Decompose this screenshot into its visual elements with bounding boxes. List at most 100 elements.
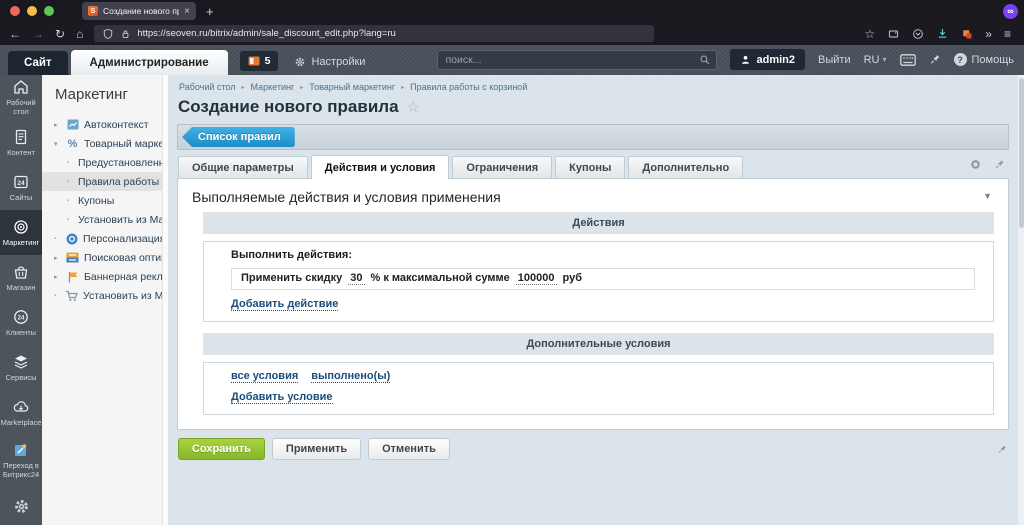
save-button[interactable]: Сохранить — [178, 438, 265, 460]
url-field[interactable]: https://seoven.ru/bitrix/admin/sale_disc… — [94, 25, 654, 42]
tab-close-icon[interactable]: × — [184, 6, 190, 17]
breadcrumb-link[interactable]: Маркетинг — [251, 82, 295, 92]
favorite-star-icon[interactable]: ☆ — [407, 98, 420, 116]
sidebar-item-personalization[interactable]: ▪ Персонализация — [42, 229, 168, 248]
sidebar-item-label: Персонализация — [83, 233, 165, 245]
tab-additional[interactable]: Дополнительно — [628, 156, 743, 178]
tab-coupons[interactable]: Купоны — [555, 156, 625, 178]
condition-group-control[interactable]: все условия — [231, 370, 298, 383]
breadcrumb-link[interactable]: Рабочий стол — [179, 82, 236, 92]
actions-box: Выполнить действия: Применить скидку 30 … — [203, 241, 994, 322]
pin-icon[interactable] — [994, 158, 1005, 171]
rail-item-clients[interactable]: 24 Клиенты — [0, 300, 42, 345]
question-icon: ? — [954, 53, 967, 66]
rail-settings[interactable] — [0, 487, 42, 525]
form-gear-icon[interactable] — [969, 158, 982, 171]
collapse-section-icon[interactable]: ▼ — [983, 191, 992, 201]
max-sum-value-control[interactable]: 100000 — [516, 272, 557, 285]
forward-icon[interactable]: → — [32, 28, 44, 40]
sidebar-item-autocontext[interactable]: ▸ Автоконтекст — [42, 115, 168, 134]
rail-item-marketing[interactable]: Маркетинг — [0, 210, 42, 255]
hotkeys-icon[interactable] — [900, 54, 916, 66]
new-tab-button[interactable]: + — [206, 4, 214, 19]
menu-icon[interactable]: ≡ — [1004, 28, 1011, 40]
home-icon[interactable]: ⌂ — [76, 28, 83, 40]
help-button[interactable]: ? Помощь — [954, 53, 1015, 66]
expand-arrow-icon[interactable]: ▸ — [54, 254, 61, 262]
shield-icon[interactable] — [102, 28, 114, 40]
tab-site[interactable]: Сайт — [8, 51, 68, 75]
back-icon[interactable]: ← — [9, 28, 21, 40]
autocontext-icon — [66, 119, 79, 130]
overflow-icon[interactable]: » — [985, 28, 992, 40]
bitrix-header: Сайт Администрирование 5 Настройки admin… — [0, 45, 1024, 75]
discount-unit-text[interactable]: % к максимальной сумме — [371, 272, 510, 284]
sidebar-item-cart-rules[interactable]: ▪ Правила работы с корзиной — [42, 172, 168, 191]
rail-item-desktop[interactable]: Рабочий стол — [0, 75, 42, 120]
apply-button[interactable]: Применить — [272, 438, 361, 460]
tab-actions-conditions[interactable]: Действия и условия — [311, 155, 450, 179]
discount-value-control[interactable]: 30 — [348, 272, 364, 285]
rail-item-services[interactable]: Сервисы — [0, 345, 42, 390]
close-window-button[interactable] — [10, 6, 20, 16]
zoom-window-button[interactable] — [44, 6, 54, 16]
logout-link[interactable]: Выйти — [818, 54, 851, 66]
action-type-control[interactable]: Применить скидку — [241, 272, 342, 284]
lock-icon[interactable] — [120, 28, 131, 40]
expand-arrow-icon[interactable]: ▸ — [54, 273, 61, 281]
cancel-button[interactable]: Отменить — [368, 438, 450, 460]
condition-logic-control[interactable]: выполнено(ы) — [311, 370, 390, 383]
gear-icon — [294, 56, 306, 68]
tab-administration[interactable]: Администрирование — [71, 50, 228, 75]
reload-icon[interactable]: ↻ — [55, 28, 65, 40]
user-button[interactable]: admin2 — [730, 49, 806, 70]
scrollbar-thumb[interactable] — [1019, 78, 1024, 228]
page-title: Создание нового правила — [178, 97, 399, 117]
page-scrollbar[interactable] — [1017, 75, 1024, 525]
color-extension-icon[interactable] — [961, 28, 973, 40]
minimize-window-button[interactable] — [27, 6, 37, 16]
svg-text:24: 24 — [18, 315, 25, 321]
language-select[interactable]: RU ▾ — [864, 54, 887, 66]
tab-general[interactable]: Общие параметры — [178, 156, 308, 178]
collapse-arrow-icon[interactable]: ▾ — [54, 140, 61, 148]
breadcrumb: Рабочий стол ▸ Маркетинг ▸ Товарный марк… — [177, 79, 1009, 92]
rail-item-sites[interactable]: 24 Сайты — [0, 165, 42, 210]
sidebar-item-product-marketing[interactable]: ▾ % Товарный маркетинг — [42, 134, 168, 153]
bullet-icon: ▪ — [67, 217, 73, 223]
pin-panel-icon[interactable] — [929, 53, 941, 66]
main-content: Рабочий стол ▸ Маркетинг ▸ Товарный марк… — [168, 75, 1017, 525]
rail-item-bitrix24[interactable]: Переход в Битрикс24 — [0, 435, 42, 485]
expand-arrow-icon[interactable]: ▸ — [54, 121, 61, 129]
sidebar-item-install-marketplace[interactable]: ▪ Установить из Маркетплейса — [42, 210, 168, 229]
rail-item-marketplace[interactable]: Marketplace — [0, 390, 42, 435]
pocket-icon[interactable] — [912, 28, 924, 40]
add-action-link[interactable]: Добавить действие — [231, 298, 338, 311]
breadcrumb-link[interactable]: Правила работы с корзиной — [410, 82, 527, 92]
rules-list-button[interactable]: Список правил — [182, 127, 295, 147]
rail-item-content[interactable]: Контент — [0, 120, 42, 165]
bookmark-star-icon[interactable]: ☆ — [865, 28, 876, 40]
pin-buttons-icon[interactable] — [997, 443, 1007, 456]
macos-traffic-lights — [0, 6, 68, 16]
document-icon — [12, 128, 30, 146]
add-condition-link[interactable]: Добавить условие — [231, 391, 333, 404]
search-icon[interactable] — [699, 54, 711, 66]
sidebar-item-banners[interactable]: ▸ Баннерная реклама — [42, 267, 168, 286]
header-settings[interactable]: Настройки — [294, 56, 365, 68]
rail-item-shop[interactable]: Магазин — [0, 255, 42, 300]
sidebar-item-seo[interactable]: ▸ Поисковая оптимизация — [42, 248, 168, 267]
sidebar-item-install-marketplace-2[interactable]: ▪ Установить из Маркетплейса — [42, 286, 168, 305]
notifications-badge[interactable]: 5 — [240, 51, 279, 71]
screenshot-extension-icon[interactable] — [887, 28, 900, 40]
breadcrumb-link[interactable]: Товарный маркетинг — [309, 82, 395, 92]
rail-label: Marketplace — [1, 419, 42, 428]
browser-tab[interactable]: S Создание нового правила - Се × — [82, 2, 196, 20]
browser-address-bar: ← → ↻ ⌂ https://seoven.ru/bitrix/admin/s… — [0, 22, 1024, 45]
sidebar-item-coupons[interactable]: ▪ Купоны — [42, 191, 168, 210]
search-input[interactable] — [437, 50, 717, 70]
extension-icon[interactable]: ∞ — [1003, 4, 1018, 19]
tab-restrictions[interactable]: Ограничения — [452, 156, 552, 178]
download-icon[interactable] — [936, 27, 949, 40]
sidebar-item-preset-list[interactable]: ▪ Предустановленный список — [42, 153, 168, 172]
